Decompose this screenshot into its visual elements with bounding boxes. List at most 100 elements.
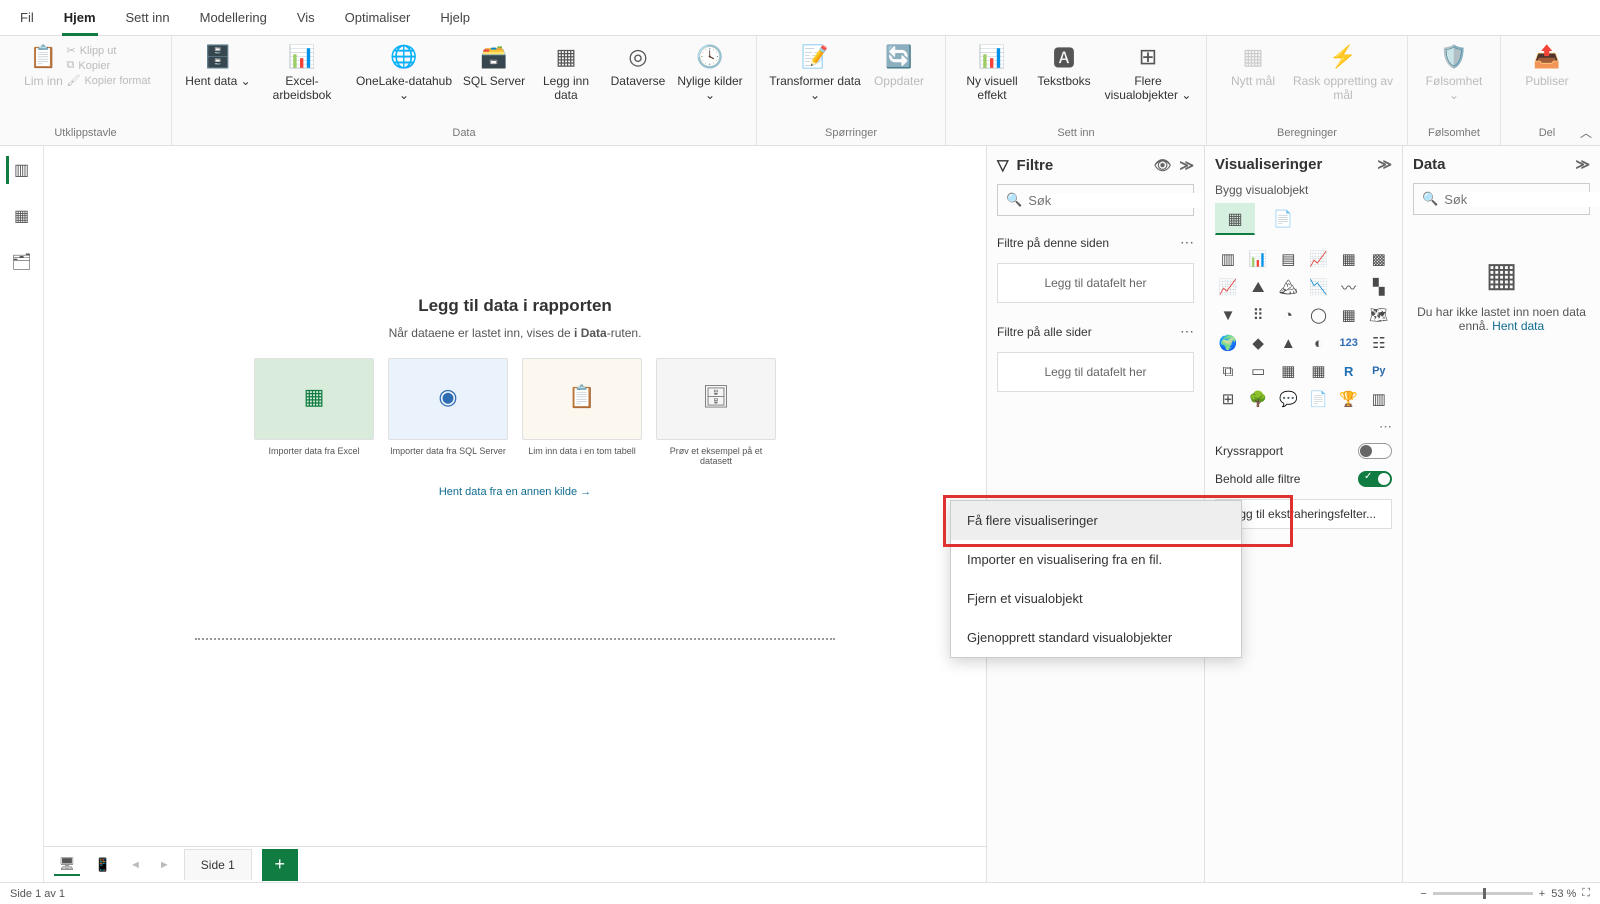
matrix-icon[interactable]: ▦ — [1305, 359, 1331, 383]
paginated-icon[interactable]: 🏆 — [1336, 387, 1362, 411]
add-page-button[interactable]: + — [262, 849, 298, 881]
mobile-layout-button[interactable]: 📱 — [90, 854, 116, 876]
shape-map-icon[interactable]: ◆ — [1245, 331, 1271, 355]
collapse-filters-button[interactable]: ≫ — [1179, 157, 1194, 174]
keep-filters-toggle[interactable] — [1358, 471, 1392, 487]
new-visual-button[interactable]: 📊Ny visuell effekt — [956, 40, 1028, 104]
textbox-button[interactable]: 🅰Tekstboks — [1028, 40, 1100, 104]
data-search-input[interactable] — [1444, 192, 1600, 207]
filled-map-icon[interactable]: 🌍 — [1215, 331, 1241, 355]
stacked-bar-icon[interactable]: ▥ — [1215, 247, 1241, 271]
smart-narrative-icon[interactable]: 📄 — [1305, 387, 1331, 411]
model-view-button[interactable]: 🗂 — [8, 248, 36, 276]
decomposition-icon[interactable]: 🌳 — [1245, 387, 1271, 411]
clustered-column-icon[interactable]: 📈 — [1305, 247, 1331, 271]
zoom-out-button[interactable]: − — [1420, 888, 1426, 900]
map-icon[interactable]: 🗺 — [1366, 303, 1392, 327]
card-paste-table[interactable]: 📋 — [522, 358, 642, 440]
waterfall-icon[interactable]: ▚ — [1366, 275, 1392, 299]
stacked-bar100-icon[interactable]: ▦ — [1336, 247, 1362, 271]
gauge-icon[interactable]: ◐ — [1305, 331, 1331, 355]
collapse-data-button[interactable]: ≫ — [1575, 156, 1590, 173]
table-icon[interactable]: ▦ — [1275, 359, 1301, 383]
clustered-bar-icon[interactable]: ▤ — [1275, 247, 1301, 271]
azure-map-icon[interactable]: ▲ — [1275, 331, 1301, 355]
other-source-link[interactable]: Hent data fra en annen kilde → — [195, 486, 835, 498]
powerapps-icon[interactable]: ▥ — [1366, 387, 1392, 411]
ctx-import-from-file[interactable]: Importer en visualisering fra en fil. — [951, 540, 1241, 579]
filters-search[interactable]: 🔍 — [997, 184, 1194, 216]
area-chart-icon[interactable]: ⛰ — [1245, 275, 1271, 299]
copy-button[interactable]: ⧉ Kopier — [67, 59, 151, 72]
ctx-get-more-visuals[interactable]: Få flere visualiseringer — [951, 501, 1241, 540]
enter-data-button[interactable]: ▦Legg inn data — [530, 40, 602, 104]
filters-search-input[interactable] — [1028, 193, 1204, 208]
ctx-remove-visual[interactable]: Fjern et visualobjekt — [951, 579, 1241, 618]
sql-server-button[interactable]: 🗃️SQL Server — [458, 40, 530, 104]
ctx-restore-defaults[interactable]: Gjenopprett standard visualobjekter — [951, 618, 1241, 657]
more-icon[interactable]: ⋯ — [1180, 234, 1194, 251]
slicer-icon[interactable]: ▭ — [1245, 359, 1271, 383]
sensitivity-button[interactable]: 🛡️Følsomhet ⌄ — [1418, 40, 1490, 104]
tab-hjelp[interactable]: Hjelp — [438, 6, 472, 33]
card-import-sql[interactable]: ◉ — [388, 358, 508, 440]
report-view-button[interactable]: ▥ — [6, 156, 34, 184]
recent-sources-button[interactable]: 🕓Nylige kilder ⌄ — [674, 40, 746, 104]
kpi-icon[interactable]: ⧉ — [1215, 359, 1241, 383]
funnel-icon[interactable]: ▼ — [1215, 303, 1241, 327]
more-visuals-ellipsis[interactable]: ⋯ — [1205, 417, 1402, 437]
collapse-ribbon-button[interactable]: ︿ — [1580, 124, 1592, 141]
zoom-in-button[interactable]: + — [1539, 888, 1545, 900]
excel-workbook-button[interactable]: 📊Excel-arbeidsbok — [254, 40, 350, 104]
more-visuals-button[interactable]: ⊞Flere visualobjekter ⌄ — [1100, 40, 1196, 104]
filters-this-page-dropzone[interactable]: Legg til datafelt her — [997, 263, 1194, 303]
transform-data-button[interactable]: 📝Transformer data ⌄ — [767, 40, 863, 104]
tab-fil[interactable]: Fil — [18, 6, 36, 33]
refresh-button[interactable]: 🔄Oppdater — [863, 40, 935, 104]
page-tab-1[interactable]: Side 1 — [184, 849, 252, 880]
format-visual-mode-button[interactable]: 📄 — [1263, 203, 1303, 235]
filters-all-pages-dropzone[interactable]: Legg til datafelt her — [997, 352, 1194, 392]
cross-report-toggle[interactable] — [1358, 443, 1392, 459]
tab-hjem[interactable]: Hjem — [62, 6, 98, 36]
data-search[interactable]: 🔍 — [1413, 183, 1590, 215]
treemap-icon[interactable]: ▦ — [1336, 303, 1362, 327]
ribbon-chart-icon[interactable]: 〰 — [1336, 275, 1362, 299]
card-123-icon[interactable]: 123 — [1336, 331, 1362, 355]
card-import-excel[interactable]: ▦ — [254, 358, 374, 440]
desktop-layout-button[interactable]: 🖥 — [54, 854, 80, 876]
key-influencers-icon[interactable]: ⊞ — [1215, 387, 1241, 411]
next-page-button[interactable]: ► — [155, 859, 174, 871]
collapse-viz-button[interactable]: ≫ — [1377, 156, 1392, 173]
paste-button[interactable]: 📋 Lim inn — [21, 40, 67, 90]
tab-settinn[interactable]: Sett inn — [124, 6, 172, 33]
eye-icon[interactable]: 👁 — [1154, 157, 1172, 174]
get-data-link[interactable]: Hent data — [1492, 319, 1544, 333]
tab-modellering[interactable]: Modellering — [198, 6, 269, 33]
donut-icon[interactable]: ◯ — [1305, 303, 1331, 327]
tab-vis[interactable]: Vis — [295, 6, 317, 33]
publish-button[interactable]: 📤Publiser — [1511, 40, 1583, 90]
quick-measure-button[interactable]: ⚡Rask oppretting av mål — [1289, 40, 1397, 104]
data-view-button[interactable]: ▦ — [8, 202, 36, 230]
multirow-card-icon[interactable]: ☷ — [1366, 331, 1392, 355]
prev-page-button[interactable]: ◄ — [126, 859, 145, 871]
tab-optimaliser[interactable]: Optimaliser — [343, 6, 413, 33]
get-data-button[interactable]: 🗄️Hent data ⌄ — [182, 40, 254, 104]
pie-icon[interactable]: ◔ — [1275, 303, 1301, 327]
onelake-button[interactable]: 🌐OneLake-datahub ⌄ — [350, 40, 458, 104]
python-visual-icon[interactable]: Py — [1366, 359, 1392, 383]
report-canvas[interactable]: Legg til data i rapporten Når dataene er… — [44, 146, 986, 846]
zoom-slider[interactable] — [1433, 892, 1533, 895]
fit-page-button[interactable]: ⛶ — [1582, 887, 1590, 900]
line-chart-icon[interactable]: 📈 — [1215, 275, 1241, 299]
new-measure-button[interactable]: ▦Nytt mål — [1217, 40, 1289, 104]
card-sample-dataset[interactable]: 🗄 — [656, 358, 776, 440]
stacked-column-icon[interactable]: 📊 — [1245, 247, 1271, 271]
build-visual-mode-button[interactable]: ▦ — [1215, 203, 1255, 235]
cut-button[interactable]: ✂ Klipp ut — [67, 44, 151, 57]
qna-icon[interactable]: 💬 — [1275, 387, 1301, 411]
stacked-area-icon[interactable]: 🏔 — [1275, 275, 1301, 299]
format-painter-button[interactable]: 🖌 Kopier format — [67, 74, 151, 87]
line-combo-icon[interactable]: 📉 — [1305, 275, 1331, 299]
